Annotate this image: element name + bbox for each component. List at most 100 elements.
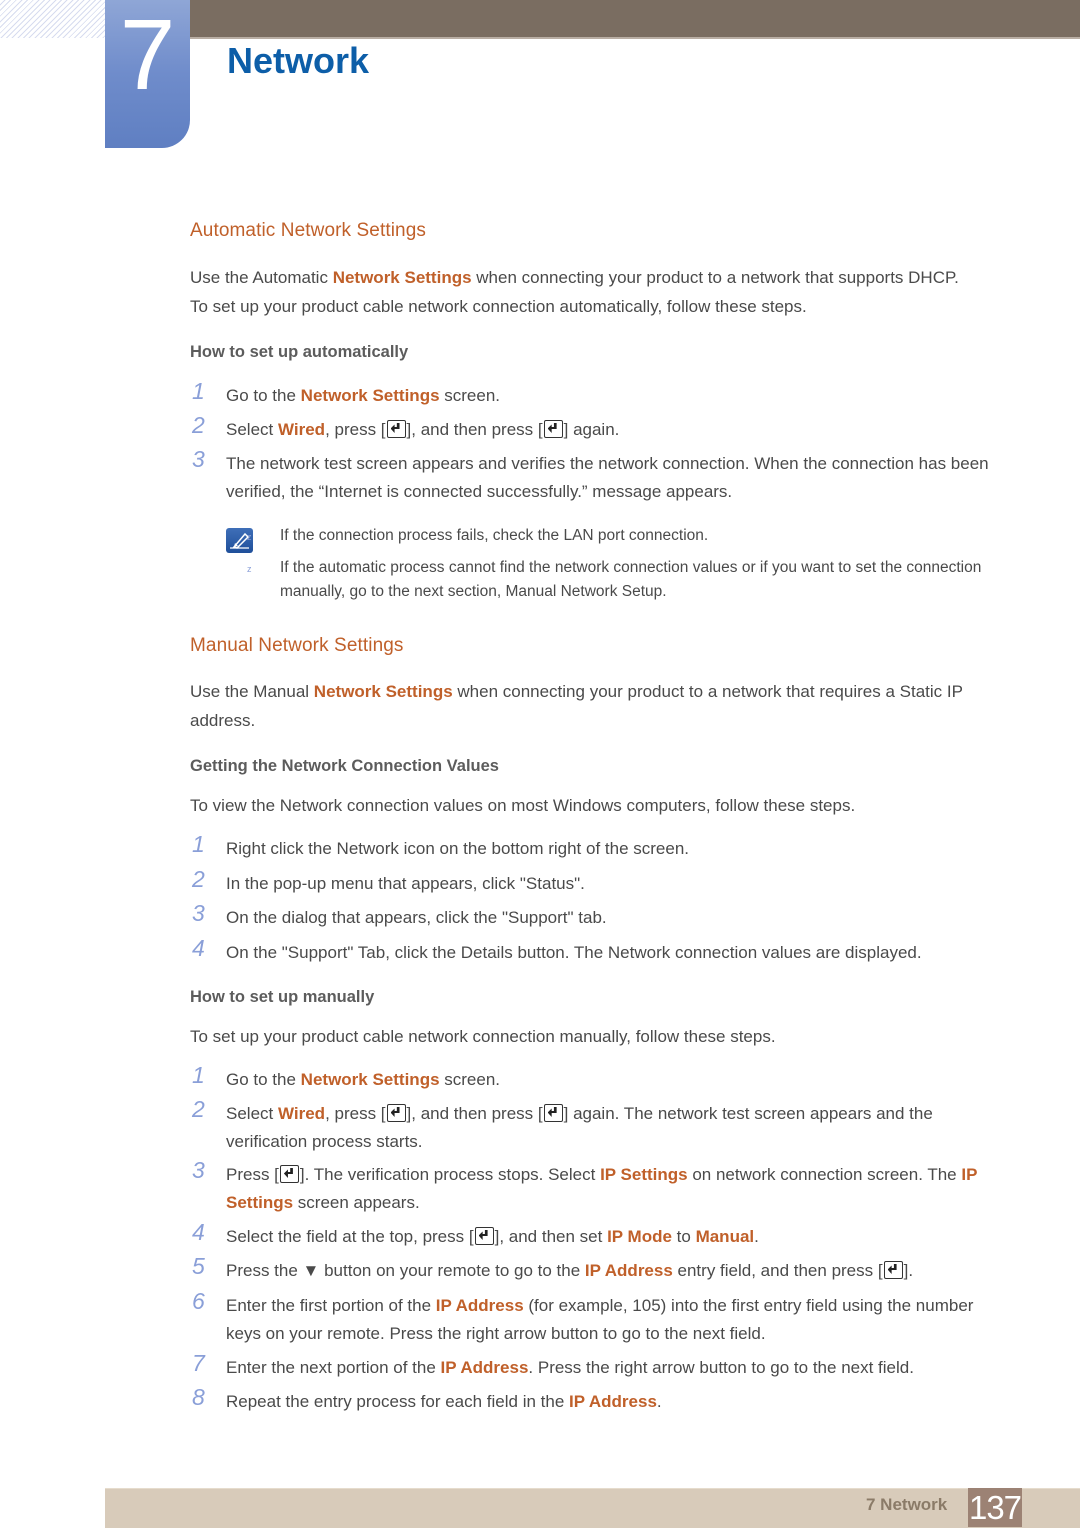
step-number: 4 — [192, 935, 205, 961]
text: Select — [226, 1104, 278, 1123]
text: In the pop-up menu that appears, click "… — [226, 874, 585, 893]
manual-intro: Use the Manual Network Settings when con… — [190, 677, 1010, 735]
step-number: 5 — [192, 1253, 205, 1279]
step-number: 1 — [192, 1062, 205, 1088]
enter-key-icon — [279, 1165, 299, 1183]
values-step-2: 2 In the pop-up menu that appears, click… — [190, 866, 1010, 898]
text: On the "Support" Tab, click the Details … — [226, 943, 922, 962]
note-2: z If the automatic process cannot find t… — [247, 556, 1000, 604]
text: ]. — [903, 1261, 914, 1280]
manual-step-7: 7 Enter the next portion of the IP Addre… — [190, 1350, 1010, 1382]
text: ], and then press [ — [406, 1104, 543, 1123]
text: If the connection process fails, check t… — [280, 527, 709, 544]
text: Press the ▼ button on your remote to go … — [226, 1261, 585, 1280]
step-number: 2 — [192, 866, 205, 892]
highlight: IP Settings — [600, 1165, 688, 1184]
note-bullet: z — [247, 564, 252, 574]
auto-step-2: 2 Select Wired, press [], and then press… — [190, 412, 1010, 444]
setup-intro: To set up your product cable network con… — [190, 1027, 776, 1046]
chapter-number: 7 — [119, 0, 176, 111]
step-number: 6 — [192, 1288, 205, 1314]
enter-key-icon — [474, 1227, 494, 1245]
text: entry field, and then press [ — [672, 1261, 883, 1280]
step-number: 4 — [192, 1219, 205, 1245]
enter-key-icon — [386, 1104, 406, 1122]
section-heading-automatic: Automatic Network Settings — [190, 220, 426, 241]
highlight: IP Address — [584, 1261, 673, 1280]
header-bar — [190, 0, 1080, 39]
step-number: 2 — [192, 412, 205, 438]
subheading-auto-setup: How to set up automatically — [190, 343, 409, 361]
highlight: Network Settings — [300, 1070, 440, 1089]
manual-step-8: 8 Repeat the entry process for each fiel… — [190, 1384, 1010, 1416]
highlight-network-settings: Network Settings — [313, 682, 453, 701]
subheading-connection-values: Getting the Network Connection Values — [190, 757, 499, 775]
values-step-4: 4 On the "Support" Tab, click the Detail… — [190, 935, 1010, 967]
chapter-number-tab: 7 — [105, 0, 190, 148]
step-number: 7 — [192, 1350, 205, 1376]
enter-key-icon — [543, 1104, 563, 1122]
step-number: 3 — [192, 446, 205, 472]
text: Repeat the entry process for each field … — [226, 1392, 570, 1411]
text: screen. — [439, 1070, 501, 1089]
text: The network test screen appears and veri… — [226, 454, 989, 501]
chapter-title: Network — [227, 40, 370, 81]
highlight: Wired — [277, 420, 326, 439]
manual-step-2: 2 Select Wired, press [], and then press… — [190, 1096, 1010, 1155]
enter-key-icon — [883, 1261, 903, 1279]
step-number: 8 — [192, 1384, 205, 1410]
page-number: 137 — [968, 1488, 1022, 1527]
enter-key-icon — [543, 420, 563, 438]
step-number: 3 — [192, 1157, 205, 1183]
text: Use the Automatic — [190, 268, 333, 287]
step-number: 2 — [192, 1096, 205, 1122]
step-number: 3 — [192, 900, 205, 926]
values-step-1: 1 Right click the Network icon on the bo… — [190, 831, 1010, 863]
highlight: Network Settings — [300, 386, 440, 405]
text: Press [ — [226, 1165, 279, 1184]
highlight: IP Address — [440, 1358, 529, 1377]
note-1: z If the connection process fails, check… — [247, 524, 1000, 548]
text: Go to the — [226, 1070, 301, 1089]
section-heading-manual: Manual Network Settings — [190, 635, 404, 656]
text: On the dialog that appears, click the "S… — [226, 908, 607, 927]
text: Use the Manual — [190, 682, 314, 701]
auto-step-3: 3 The network test screen appears and ve… — [190, 446, 1010, 505]
text: to — [671, 1227, 696, 1246]
text: Right click the Network icon on the bott… — [226, 839, 690, 858]
enter-key-icon — [386, 420, 406, 438]
text: ] again. — [563, 420, 620, 439]
manual-step-3: 3 Press [ ]. The verification process sto… — [190, 1157, 1010, 1216]
highlight-network-settings: Network Settings — [332, 268, 472, 287]
text: To set up your product cable network con… — [190, 297, 807, 316]
text: screen. — [439, 386, 501, 405]
text: ]. The verification process stops. Selec… — [299, 1165, 601, 1184]
header-hatch-decoration — [0, 0, 105, 38]
text: . — [656, 1392, 662, 1411]
text: Enter the next portion of the — [226, 1358, 441, 1377]
manual-step-4: 4 Select the field at the top, press [],… — [190, 1219, 1010, 1251]
step-number: 1 — [192, 831, 205, 857]
values-intro: To view the Network connection values on… — [190, 796, 856, 815]
text: when connecting your product to a networ… — [471, 268, 959, 287]
auto-step-1: 1 Go to the Network Settings screen. — [190, 378, 1010, 410]
manual-step-6: 6 Enter the first portion of the IP Addr… — [190, 1288, 1010, 1347]
text: ], and then press [ — [406, 420, 543, 439]
manual-step-1: 1 Go to the Network Settings screen. — [190, 1062, 1010, 1094]
note-bullet: z — [247, 532, 252, 542]
text: Select the field at the top, press [ — [226, 1227, 474, 1246]
highlight: IP Address — [569, 1392, 657, 1411]
step-number: 1 — [192, 378, 205, 404]
footer-chapter-label: 7 Network — [866, 1495, 948, 1514]
highlight: IP Address — [435, 1296, 524, 1315]
text: Go to the — [226, 386, 301, 405]
highlight: IP Mode — [607, 1227, 672, 1246]
highlight: Wired — [277, 1104, 326, 1123]
text: . Press the right arrow button to go to … — [528, 1358, 914, 1377]
text: . — [754, 1227, 759, 1246]
text: Select — [226, 420, 278, 439]
values-step-3: 3 On the dialog that appears, click the … — [190, 900, 1010, 932]
manual-step-5: 5 Press the ▼ button on your remote to g… — [190, 1253, 1010, 1285]
text: ], and then set — [494, 1227, 608, 1246]
automatic-intro: Use the Automatic Network Settings when … — [190, 263, 1010, 321]
